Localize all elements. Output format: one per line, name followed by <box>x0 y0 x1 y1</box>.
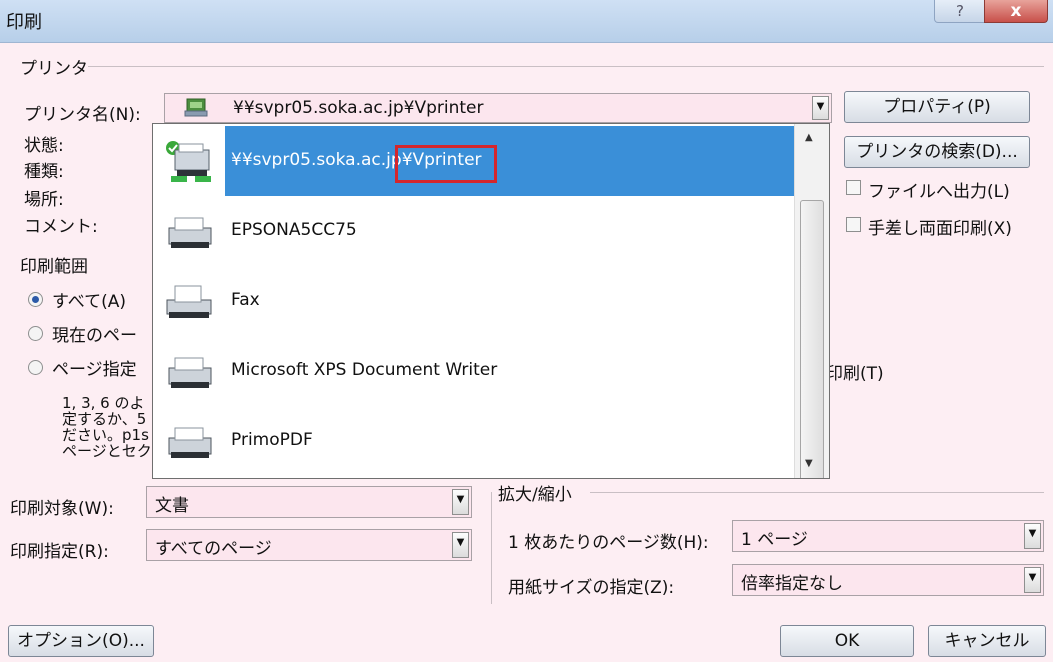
printer-list-item-xps[interactable]: Microsoft XPS Document Writer <box>153 336 795 406</box>
zoom-group-label: 拡大/縮小 <box>498 485 572 505</box>
printer-list-item-prefix: ¥¥svpr05.soka.ac.jp <box>231 150 402 170</box>
print-what-value: 文書 <box>155 496 189 516</box>
printer-icon <box>161 418 217 464</box>
print-spec-label: 印刷指定(R): <box>10 542 109 562</box>
printer-icon <box>161 348 217 394</box>
chevron-down-icon[interactable]: ▼ <box>452 532 469 558</box>
range-all-radio[interactable] <box>28 292 43 307</box>
collate-label: 印刷(T) <box>826 364 884 384</box>
help-button[interactable]: ? <box>934 0 986 23</box>
zoom-group-border <box>491 492 492 604</box>
range-pages-radio[interactable] <box>28 360 43 375</box>
manual-duplex-checkbox[interactable] <box>846 217 861 232</box>
printer-icon <box>161 208 217 254</box>
pages-per-sheet-value: 1 ページ <box>741 530 808 550</box>
printer-group-label: プリンタ <box>20 59 88 79</box>
print-what-label: 印刷対象(W): <box>10 499 114 519</box>
dropdown-scrollbar[interactable]: ▲ ▼ <box>794 124 829 478</box>
zoom-group-divider <box>590 492 1044 493</box>
options-button[interactable]: オプション(O)... <box>8 625 154 657</box>
printer-name-label: プリンタ名(N): <box>24 105 141 125</box>
printer-list-item-epson[interactable]: EPSONA5CC75 <box>153 196 795 266</box>
printer-list-item-label: EPSONA5CC75 <box>231 220 357 240</box>
scroll-thumb[interactable] <box>800 200 824 478</box>
close-button[interactable]: x <box>984 0 1048 23</box>
printer-list-item-label: Fax <box>231 290 260 310</box>
network-printer-icon <box>181 96 211 125</box>
print-spec-value: すべてのページ <box>155 539 272 559</box>
scroll-down-icon[interactable]: ▼ <box>805 458 813 469</box>
location-label: 場所: <box>24 190 64 210</box>
printer-name-value: ¥¥svpr05.soka.ac.jp¥Vprinter <box>233 98 484 118</box>
type-label: 種類: <box>24 162 64 182</box>
scale-select[interactable]: 倍率指定なし ▼ <box>732 564 1044 596</box>
print-what-select[interactable]: 文書 ▼ <box>146 486 472 518</box>
print-spec-select[interactable]: すべてのページ ▼ <box>146 529 472 561</box>
print-to-file-label: ファイルへ出力(L) <box>868 182 1010 202</box>
chevron-down-icon[interactable]: ▼ <box>1024 523 1041 549</box>
printer-list-item-primopdf[interactable]: PrimoPDF <box>153 406 795 476</box>
range-all-label: すべて(A) <box>52 292 127 312</box>
window-title: 印刷 <box>6 12 42 33</box>
pages-per-sheet-label: 1 枚あたりのページ数(H): <box>508 533 709 553</box>
scroll-up-icon[interactable]: ▲ <box>805 132 813 143</box>
chevron-down-icon[interactable]: ▼ <box>452 489 469 515</box>
status-label: 状態: <box>24 136 64 156</box>
fax-icon <box>161 278 217 324</box>
range-current-radio[interactable] <box>28 326 43 341</box>
comment-label: コメント: <box>24 217 98 237</box>
ok-button[interactable]: OK <box>780 625 914 657</box>
range-current-label: 現在のペー <box>52 326 137 346</box>
network-printer-icon <box>161 136 217 182</box>
find-printer-button[interactable]: プリンタの検索(D)... <box>844 136 1030 168</box>
range-pages-label: ページ指定 <box>52 360 137 380</box>
scale-value: 倍率指定なし <box>741 574 843 594</box>
annotation-highlight-box <box>395 145 497 183</box>
range-hint-4: ページとセク <box>62 442 152 460</box>
printer-list-item-label: PrimoPDF <box>231 430 313 450</box>
cancel-button[interactable]: キャンセル <box>928 625 1046 657</box>
printer-list-item-label: Microsoft XPS Document Writer <box>231 360 498 380</box>
printer-name-combo[interactable]: ¥¥svpr05.soka.ac.jp¥Vprinter ▼ <box>164 93 832 123</box>
pages-per-sheet-select[interactable]: 1 ページ ▼ <box>732 520 1044 552</box>
title-bar <box>0 0 1053 43</box>
properties-button[interactable]: プロパティ(P) <box>844 91 1030 123</box>
chevron-down-icon[interactable]: ▼ <box>812 96 829 120</box>
scale-label: 用紙サイズの指定(Z): <box>508 578 675 598</box>
printer-list-item-fax[interactable]: Fax <box>153 266 795 336</box>
manual-duplex-label: 手差し両面印刷(X) <box>868 219 1012 239</box>
print-to-file-checkbox[interactable] <box>846 180 861 195</box>
range-group-label: 印刷範囲 <box>20 257 88 277</box>
printer-group-divider <box>88 66 1044 67</box>
chevron-down-icon[interactable]: ▼ <box>1024 567 1041 593</box>
